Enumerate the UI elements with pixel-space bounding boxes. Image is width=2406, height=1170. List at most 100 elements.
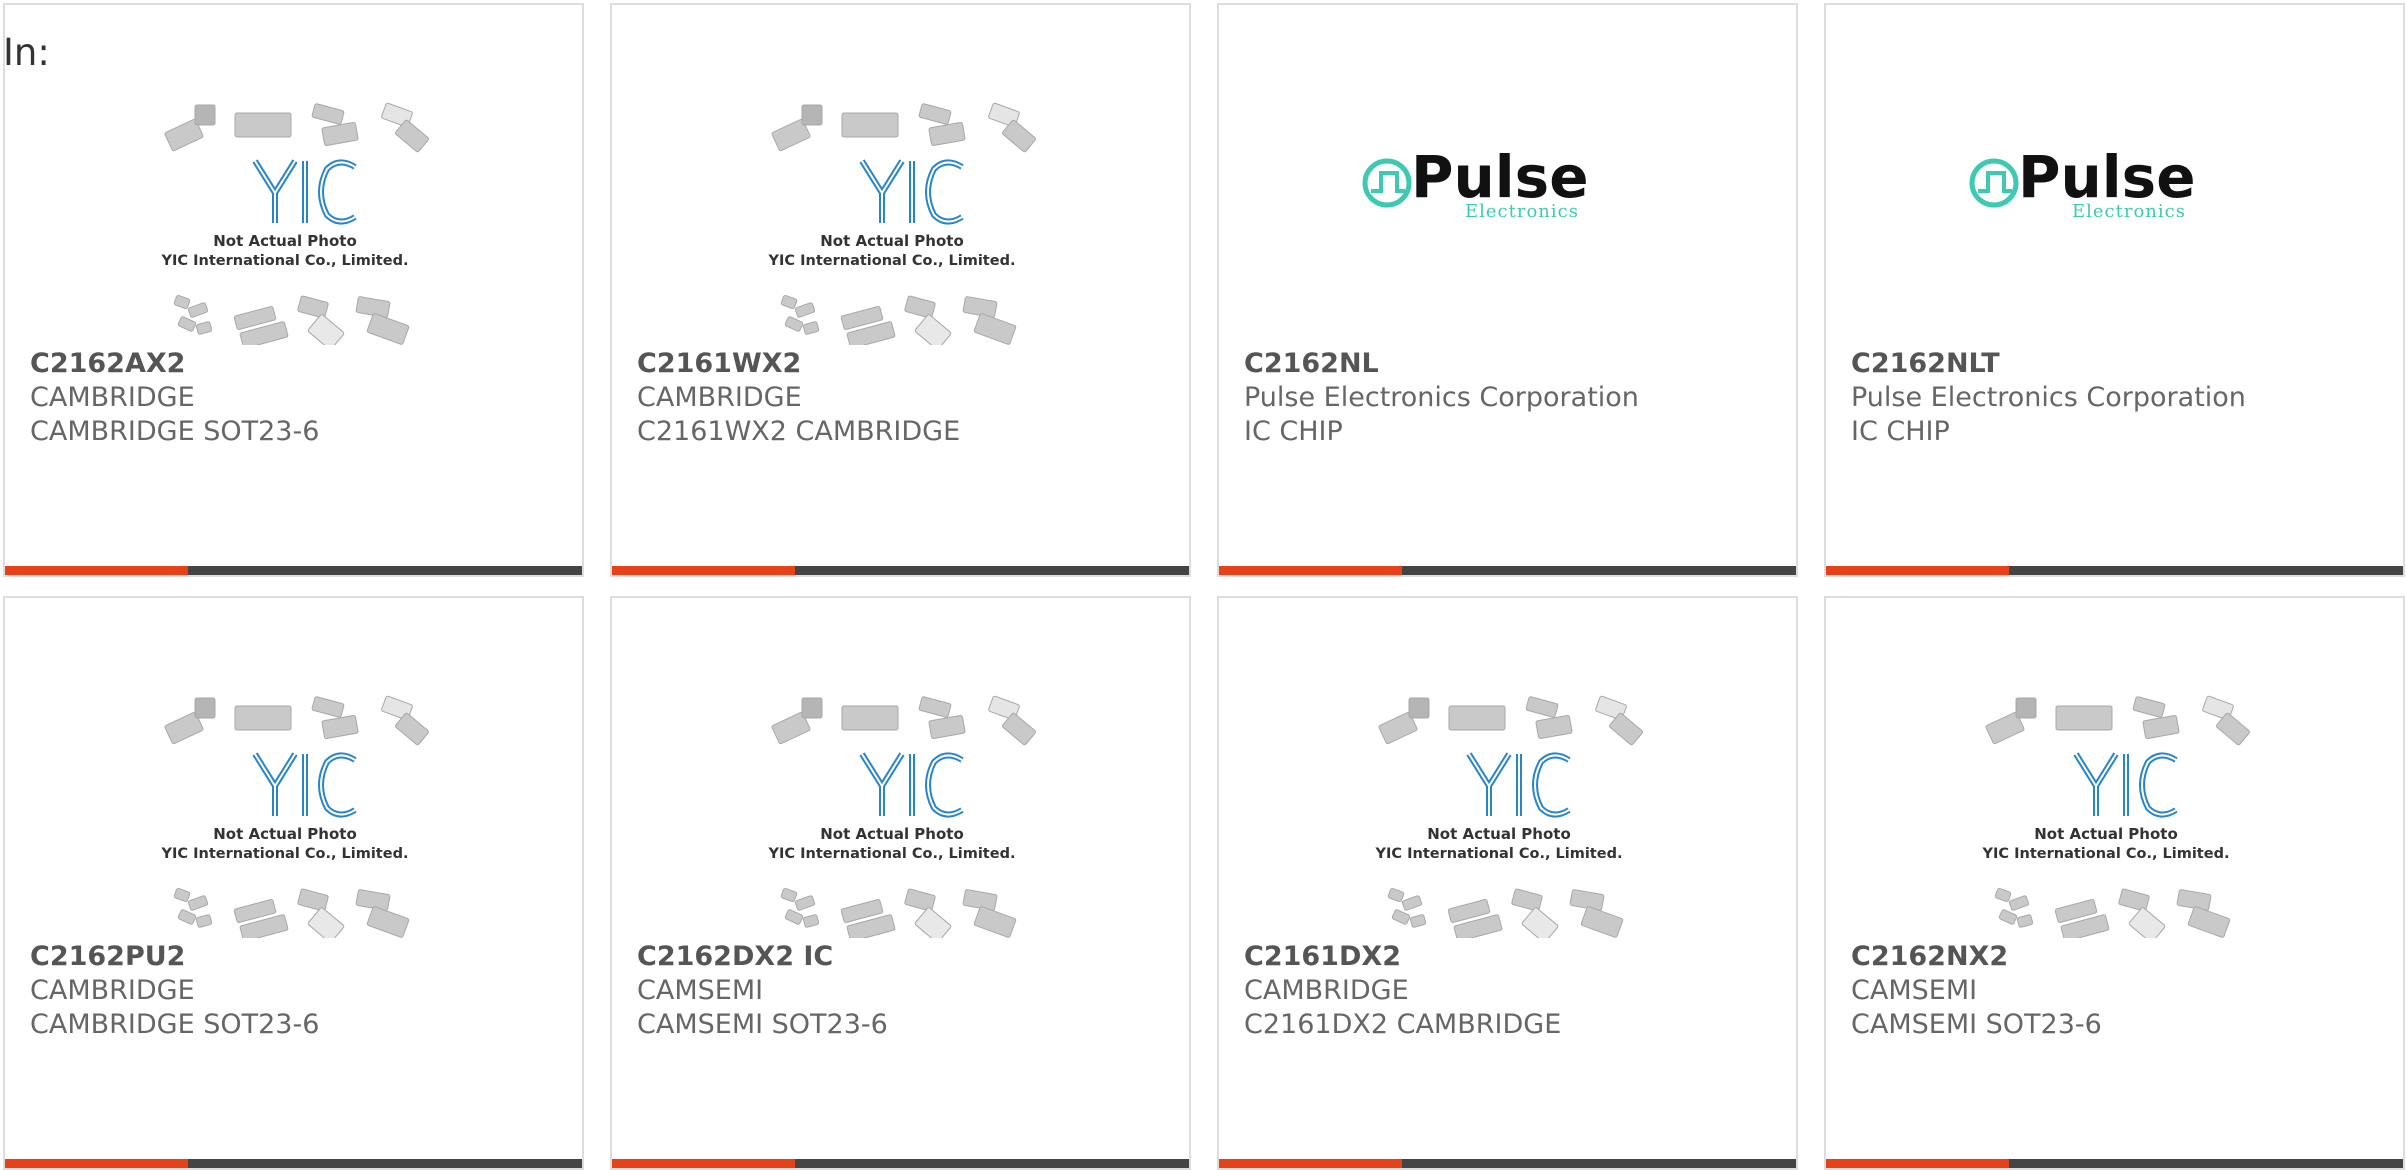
chip-shape <box>311 696 345 718</box>
part-number[interactable]: C2162NLT <box>1851 347 2383 381</box>
chip-shape <box>194 697 216 719</box>
part-number[interactable]: C2162NL <box>1244 347 1776 381</box>
product-card[interactable]: Not Actual Photo YIC International Co., L… <box>610 3 1191 577</box>
manufacturer: CAMBRIDGE <box>30 975 195 1006</box>
yic-placeholder-image: Not Actual Photo YIC International Co., L… <box>1982 695 2250 943</box>
chip-shape <box>311 103 345 125</box>
chip-shape <box>2015 697 2037 719</box>
chip-shape <box>1525 696 1559 718</box>
manufacturer: CAMSEMI <box>1851 975 1978 1006</box>
chip-shape <box>187 895 209 911</box>
product-info: C2161DX2 CAMBRIDGE C2161DX2 CAMBRIDGE <box>1244 940 1776 1042</box>
chip-shape <box>297 295 329 319</box>
not-actual-photo-text: Not Actual Photo <box>213 825 357 843</box>
yic-company-text: YIC International Co., Limited. <box>161 253 409 269</box>
manufacturer: CAMBRIDGE <box>30 382 195 413</box>
part-number[interactable]: C2162PU2 <box>30 940 562 974</box>
product-card[interactable]: Pulse Electronics C2162NLT Pulse Electron… <box>1824 3 2405 577</box>
chip-shape <box>801 697 823 719</box>
chip-shape <box>1580 906 1624 938</box>
chip-shape <box>928 122 966 146</box>
chip-shape <box>1521 907 1559 943</box>
product-image: Pulse Electronics <box>1349 85 1649 345</box>
chip-shape <box>2187 906 2231 938</box>
manufacturer: Pulse Electronics Corporation <box>1244 382 1639 413</box>
product-info: C2162AX2 CAMBRIDGE CAMBRIDGE SOT23-6 <box>30 347 562 449</box>
product-card[interactable]: Not Actual Photo YIC International Co., L… <box>3 3 584 577</box>
chip-shape <box>307 314 345 350</box>
chip-shape <box>1409 914 1427 928</box>
not-actual-photo-text: Not Actual Photo <box>820 232 964 250</box>
pulse-electronics-logo: PulseElectronics <box>1969 143 2196 222</box>
product-grid: Not Actual Photo YIC International Co., L… <box>3 3 2405 1170</box>
yic-logo-icon <box>859 159 964 225</box>
not-actual-photo-text: Not Actual Photo <box>2034 825 2178 843</box>
product-info: C2162DX2 IC CAMSEMI CAMSEMI SOT23-6 <box>637 940 1169 1042</box>
part-number[interactable]: C2162AX2 <box>30 347 562 381</box>
yic-logo-icon <box>859 752 964 818</box>
manufacturer: CAMSEMI <box>637 975 764 1006</box>
description: IC CHIP <box>1851 416 1950 447</box>
product-card[interactable]: Not Actual Photo YIC International Co., L… <box>610 596 1191 1170</box>
product-info: C2162NL Pulse Electronics Corporation IC… <box>1244 347 1776 449</box>
part-number[interactable]: C2161WX2 <box>637 347 1169 381</box>
yic-placeholder-image: Not Actual Photo YIC International Co., L… <box>768 695 1036 943</box>
yic-placeholder-image: Not Actual Photo YIC International Co., L… <box>768 102 1036 350</box>
chip-shape <box>1535 715 1573 739</box>
chip-shape <box>794 895 816 911</box>
chip-shape <box>234 112 292 138</box>
part-number[interactable]: C2161DX2 <box>1244 940 1776 974</box>
product-card[interactable]: Not Actual Photo YIC International Co., L… <box>3 596 584 1170</box>
chip-shape <box>2132 696 2166 718</box>
chip-shape <box>780 887 798 903</box>
chip-shape <box>321 122 359 146</box>
manufacturer: CAMBRIDGE <box>1244 975 1409 1006</box>
pulse-circle-icon <box>1362 158 1412 208</box>
yic-placeholder-image: Not Actual Photo YIC International Co., L… <box>161 102 429 350</box>
part-number[interactable]: C2162DX2 IC <box>637 940 1169 974</box>
product-image: Not Actual Photo YIC International Co., L… <box>742 678 1042 943</box>
description: IC CHIP <box>1244 416 1343 447</box>
chip-shape <box>1391 909 1411 925</box>
chip-shape <box>973 313 1017 345</box>
chip-shape <box>177 316 197 332</box>
card-bottom-bar <box>5 1159 582 1168</box>
product-image: Not Actual Photo YIC International Co., L… <box>135 85 435 350</box>
pulse-circle-icon <box>1969 158 2019 208</box>
card-bottom-bar <box>612 566 1189 575</box>
product-image: Not Actual Photo YIC International Co., L… <box>1956 678 2256 943</box>
chip-shape <box>802 321 820 335</box>
chip-shape <box>2128 907 2166 943</box>
chip-shape <box>1511 888 1543 912</box>
product-card[interactable]: Not Actual Photo YIC International Co., L… <box>1824 596 2405 1170</box>
yic-logo-icon <box>2073 752 2178 818</box>
product-card[interactable]: Not Actual Photo YIC International Co., L… <box>1217 596 1798 1170</box>
chip-shape <box>366 906 410 938</box>
product-card[interactable]: Pulse Electronics C2162NL Pulse Electroni… <box>1217 3 1798 577</box>
in-prefix-label: In: <box>3 31 50 74</box>
product-image: Not Actual Photo YIC International Co., L… <box>1349 678 1649 943</box>
part-number[interactable]: C2162NX2 <box>1851 940 2383 974</box>
chip-shape <box>928 715 966 739</box>
pulse-brand-sub: Electronics <box>2072 201 2186 222</box>
chip-shape <box>1387 887 1405 903</box>
chip-shape <box>1408 697 1430 719</box>
chip-shape <box>195 914 213 928</box>
chip-shape <box>802 914 820 928</box>
card-bottom-bar <box>1219 1159 1796 1168</box>
product-image: Not Actual Photo YIC International Co., L… <box>742 85 1042 350</box>
chip-shape <box>177 909 197 925</box>
chip-shape <box>784 909 804 925</box>
yic-placeholder-image: Not Actual Photo YIC International Co., L… <box>161 695 429 943</box>
pulse-electronics-logo: PulseElectronics <box>1362 143 1589 222</box>
not-actual-photo-text: Not Actual Photo <box>1427 825 1571 843</box>
chip-shape <box>904 295 936 319</box>
product-image: Pulse Electronics <box>1956 85 2256 345</box>
not-actual-photo-text: Not Actual Photo <box>213 232 357 250</box>
yic-company-text: YIC International Co., Limited. <box>1375 846 1623 862</box>
chip-shape <box>918 696 952 718</box>
chip-shape <box>841 112 899 138</box>
description: CAMSEMI SOT23-6 <box>1851 1009 2102 1040</box>
chip-shape <box>2118 888 2150 912</box>
manufacturer: Pulse Electronics Corporation <box>1851 382 2246 413</box>
